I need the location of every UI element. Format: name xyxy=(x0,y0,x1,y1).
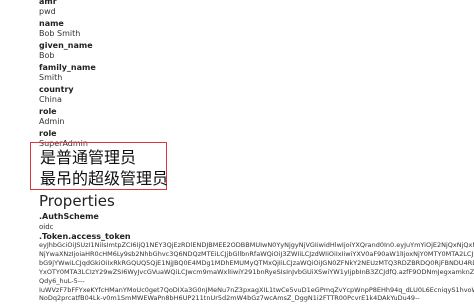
claim-value: China xyxy=(39,95,62,104)
claim-item: country China xyxy=(39,85,459,107)
claim-value: Bob Smith xyxy=(39,29,81,38)
claim-item: amr pwd xyxy=(39,0,459,19)
annotation-callout-box: 是普通管理员 最吊的超级管理员 xyxy=(30,142,169,190)
claim-type: country xyxy=(39,85,74,94)
claim-type: given_name xyxy=(39,41,93,50)
token-line: IuWVzF7bFFYxeKYfcHManYMoUc0get7QoDIXa3G0… xyxy=(39,285,474,294)
callout-line-2: 最吊的超级管理员 xyxy=(40,169,169,188)
claim-item: role Admin xyxy=(39,107,459,129)
token-line: Qdy6_huL-5--- xyxy=(39,276,85,285)
claim-value: Bob xyxy=(39,51,55,60)
properties-heading: Properties xyxy=(39,192,115,210)
claim-item: family_name Smith xyxy=(39,63,459,85)
token-line: NoDq2prcatfB04Lk-v0m1SmMWEWaPn8bH6UP211t… xyxy=(39,294,420,303)
claim-type: role xyxy=(39,107,57,116)
claim-type: family_name xyxy=(39,63,96,72)
claim-type: role xyxy=(39,129,57,138)
callout-line-1: 是普通管理员 xyxy=(40,148,137,167)
auth-scheme-label: .AuthScheme xyxy=(39,212,99,221)
claim-value: Admin xyxy=(39,117,65,126)
claim-type: amr xyxy=(39,0,57,6)
token-line: eyJhbGciOiJSUzI1NiIsImtpZCI6IjQ1NEY3QjEz… xyxy=(39,241,474,249)
token-line: NjYwaXNzIjoiaHR0cHM6Ly9sb2NhbGhvc3Q6NDQz… xyxy=(39,249,474,258)
token-line: YxOTY0MTA3LCIzY29wZSI6WyJvcGVuaWQiLCJwcm… xyxy=(39,267,474,276)
token-line: bG9jYWwiLCJqdGkiOiIxRkRGQUQ5QjE1NjJBQ0E4… xyxy=(39,258,474,267)
access-token-value: eyJhbGciOiJSUzI1NiIsImtpZCI6IjQ1NEY3QjEz… xyxy=(39,241,474,303)
claim-value: Smith xyxy=(39,73,63,82)
claims-list: amr pwd name Bob Smith given_name Bob fa… xyxy=(39,0,459,151)
auth-scheme-property: .AuthScheme oidc xyxy=(39,212,99,232)
claim-item: name Bob Smith xyxy=(39,19,459,41)
claim-item: given_name Bob xyxy=(39,41,459,63)
claim-type: name xyxy=(39,19,64,28)
auth-scheme-value: oidc xyxy=(39,223,54,231)
claims-page: amr pwd name Bob Smith given_name Bob fa… xyxy=(0,0,474,304)
claim-value: pwd xyxy=(39,7,56,16)
